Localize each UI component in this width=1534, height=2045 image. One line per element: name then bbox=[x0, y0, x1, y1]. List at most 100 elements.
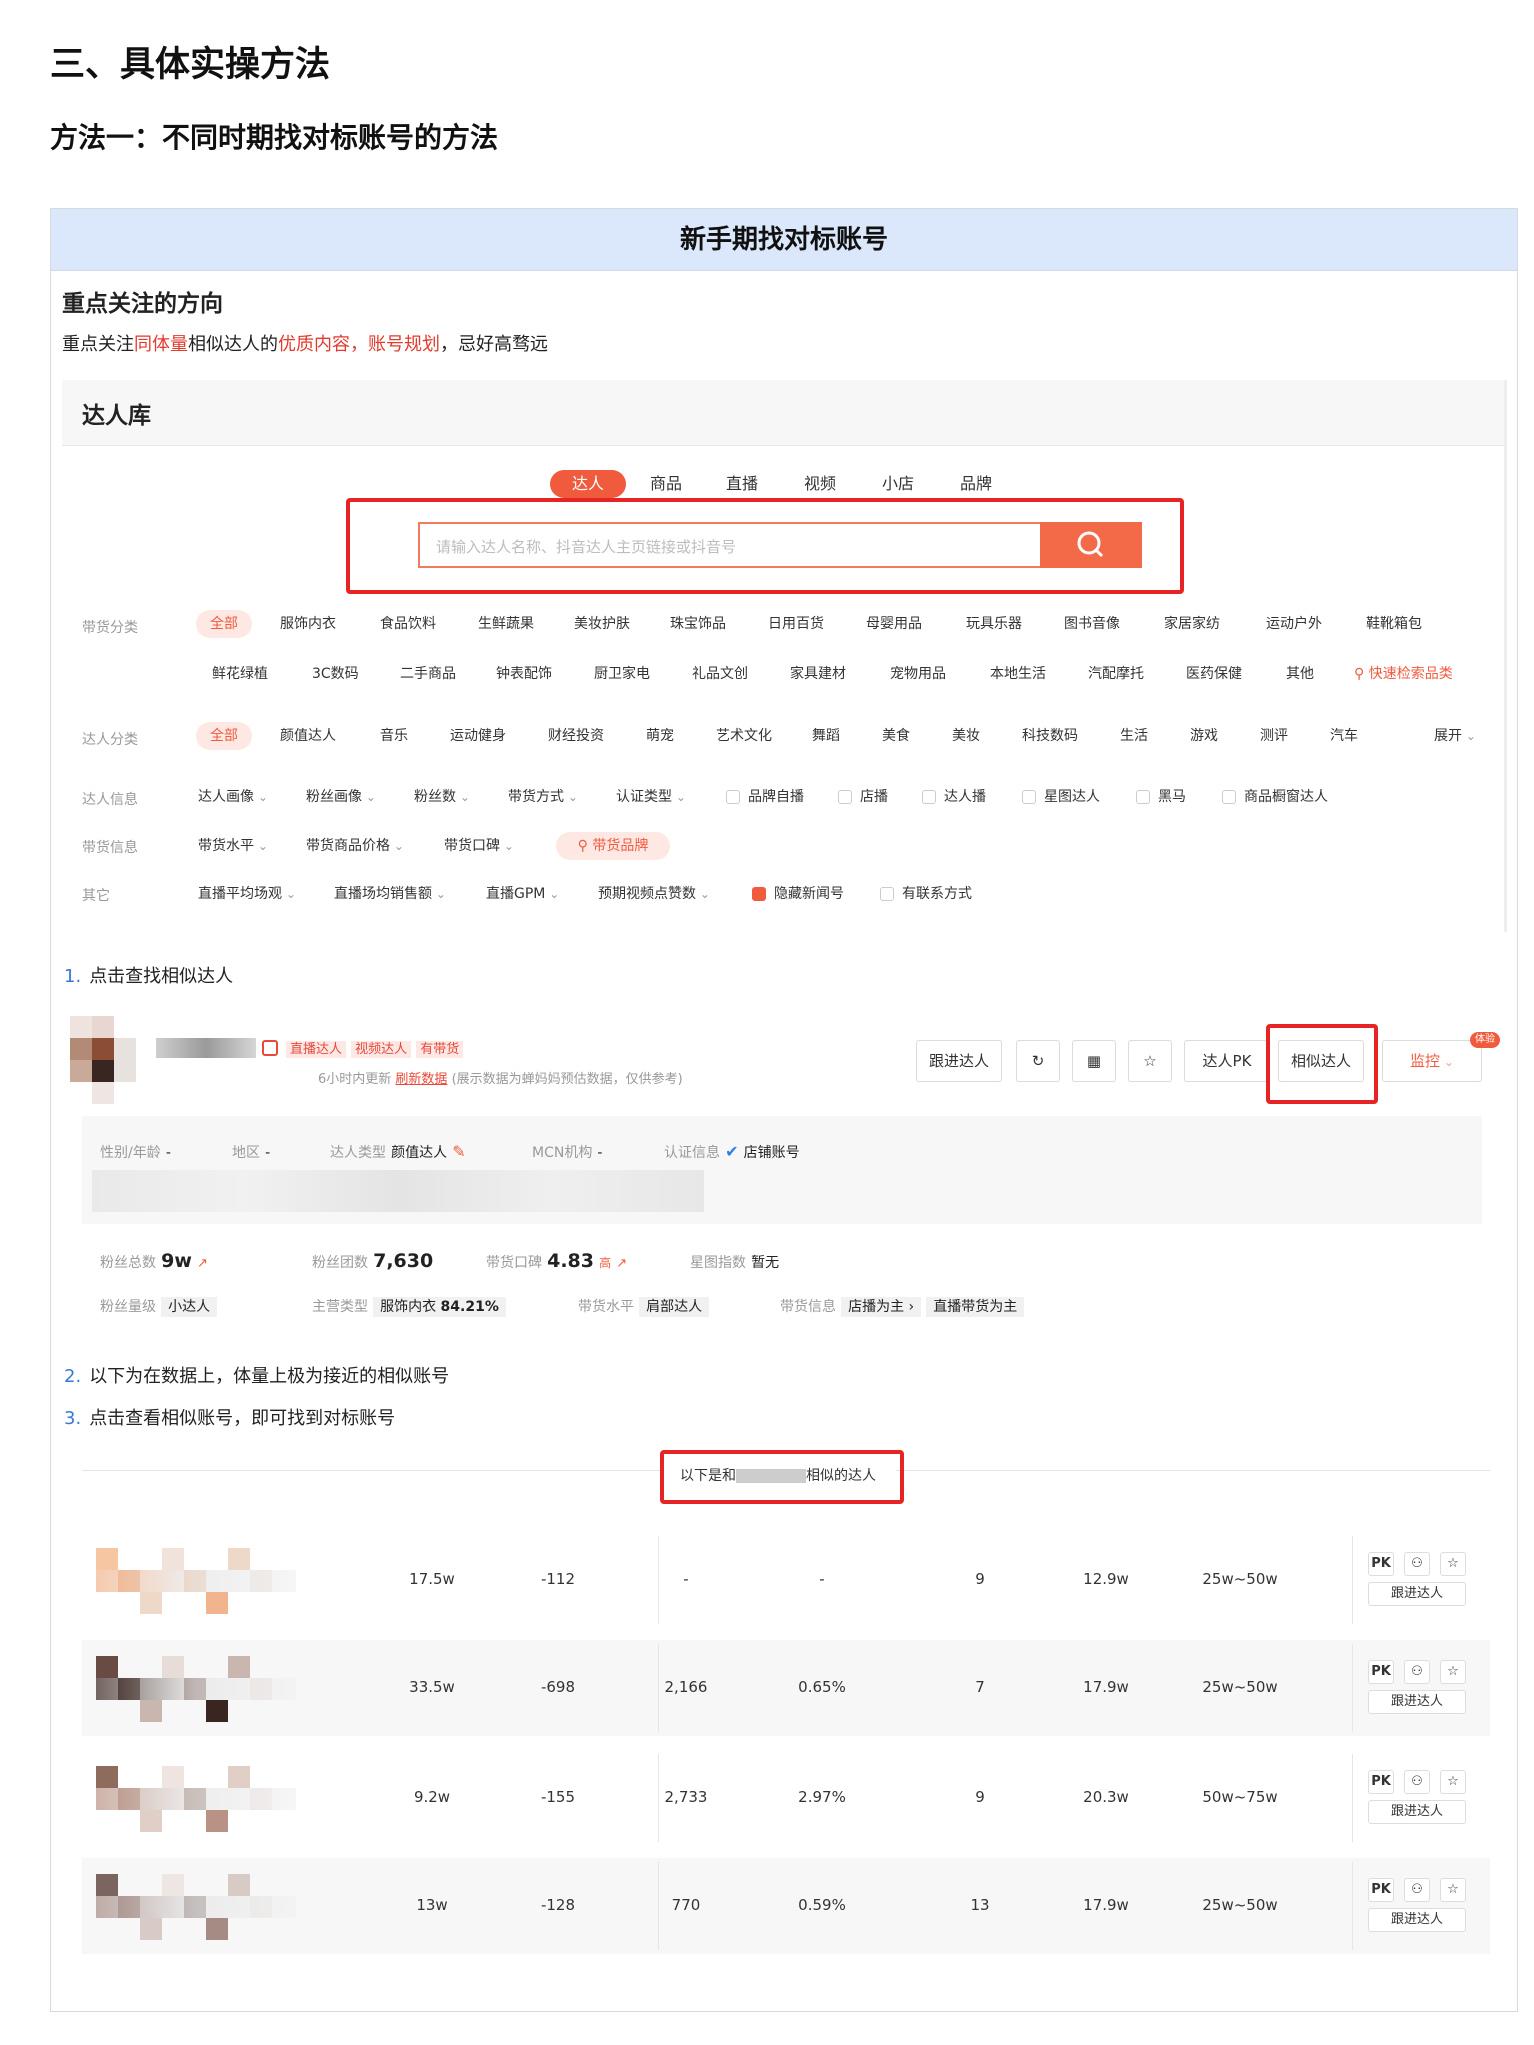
dd-video-likes[interactable]: 预期视频点赞数 bbox=[598, 880, 710, 908]
dd-fans-count[interactable]: 粉丝数 bbox=[414, 783, 470, 811]
talent-chip[interactable]: 游戏 bbox=[1190, 722, 1218, 750]
refresh-button[interactable]: ↻ bbox=[1016, 1040, 1060, 1082]
refresh-link[interactable]: 刷新数据 bbox=[395, 1072, 447, 1087]
checkbox-checked[interactable] bbox=[752, 887, 766, 901]
tab-brand[interactable]: 品牌 bbox=[946, 470, 1006, 498]
goods-chip[interactable]: 礼品文创 bbox=[692, 660, 748, 688]
checkbox[interactable] bbox=[1222, 790, 1236, 804]
talent-chip[interactable]: 测评 bbox=[1260, 722, 1288, 750]
label: 主营类型 bbox=[312, 1299, 368, 1315]
talent-chip[interactable]: 生活 bbox=[1120, 722, 1148, 750]
dd-live-gpm[interactable]: 直播GPM bbox=[486, 880, 559, 908]
talent-chip[interactable]: 颜值达人 bbox=[280, 722, 336, 750]
tab-live[interactable]: 直播 bbox=[712, 470, 772, 498]
dd-live-views[interactable]: 直播平均场观 bbox=[198, 880, 296, 908]
similar-highlight-box bbox=[1266, 1024, 1378, 1104]
qrcode-button[interactable]: ▦ bbox=[1072, 1040, 1116, 1082]
goods-chip[interactable]: 鞋靴箱包 bbox=[1366, 610, 1422, 638]
dd-live-sales[interactable]: 直播场均销售额 bbox=[334, 880, 446, 908]
expand-button[interactable]: 展开 bbox=[1434, 722, 1476, 750]
goods-chip[interactable]: 鲜花绿植 bbox=[212, 660, 268, 688]
value-1[interactable]: 店播为主 › bbox=[841, 1297, 922, 1317]
talent-chip[interactable]: 美食 bbox=[882, 722, 910, 750]
talent-chip[interactable]: 美妆 bbox=[952, 722, 980, 750]
talent-chip[interactable]: 财经投资 bbox=[548, 722, 604, 750]
goods-chip[interactable]: 珠宝饰品 bbox=[670, 610, 726, 638]
goods-chip[interactable]: 宠物用品 bbox=[890, 660, 946, 688]
search-icon bbox=[1077, 531, 1104, 558]
goods-chip[interactable]: 二手商品 bbox=[400, 660, 456, 688]
tab-shop[interactable]: 小店 bbox=[868, 470, 928, 498]
goods-chip[interactable]: 医药保健 bbox=[1186, 660, 1242, 688]
goods-chip[interactable]: 生鲜蔬果 bbox=[478, 610, 534, 638]
follow-button[interactable]: 跟进达人 bbox=[916, 1040, 1002, 1082]
title-b: 相似的达人 bbox=[806, 1468, 876, 1484]
goods-chip[interactable]: 图书音像 bbox=[1064, 610, 1120, 638]
cb-store-live[interactable]: 店播 bbox=[838, 783, 888, 811]
talent-chip[interactable]: 全部 bbox=[196, 722, 252, 750]
sales-brand-button[interactable]: ⚲ 带货品牌 bbox=[556, 832, 670, 860]
checkbox[interactable] bbox=[726, 790, 740, 804]
checkbox[interactable] bbox=[1022, 790, 1036, 804]
goods-chip[interactable]: 3C数码 bbox=[312, 660, 359, 688]
talent-chip[interactable]: 运动健身 bbox=[450, 722, 506, 750]
search-icon: ⚲ bbox=[577, 838, 593, 854]
dd-goods-price[interactable]: 带货商品价格 bbox=[306, 832, 404, 860]
goods-chip[interactable]: 美妆护肤 bbox=[574, 610, 630, 638]
goods-chip[interactable]: 食品饮料 bbox=[380, 610, 436, 638]
talent-chip[interactable]: 科技数码 bbox=[1022, 722, 1078, 750]
talent-chip[interactable]: 萌宠 bbox=[646, 722, 674, 750]
cb-talent-live[interactable]: 达人播 bbox=[922, 783, 986, 811]
label: 粉丝团数 bbox=[312, 1255, 368, 1271]
checkbox[interactable] bbox=[880, 887, 894, 901]
edit-icon[interactable]: ✎ bbox=[452, 1142, 465, 1161]
goods-chip[interactable]: 全部 bbox=[196, 610, 252, 638]
cb-star-talent[interactable]: 星图达人 bbox=[1022, 783, 1100, 811]
pct: 84.21% bbox=[440, 1299, 499, 1315]
talent-category-label: 达人分类 bbox=[82, 732, 138, 748]
goods-chip[interactable]: 家具建材 bbox=[790, 660, 846, 688]
search-button[interactable] bbox=[1040, 522, 1142, 568]
monitor-dropdown[interactable]: 监控 ⌄ bbox=[1382, 1040, 1482, 1082]
cb-brand-self-live[interactable]: 品牌自播 bbox=[726, 783, 804, 811]
pk-button[interactable]: 达人PK bbox=[1184, 1040, 1270, 1082]
goods-chip[interactable]: 钟表配饰 bbox=[496, 660, 552, 688]
talent-chip[interactable]: 汽车 bbox=[1330, 722, 1358, 750]
goods-chip[interactable]: 家居家纺 bbox=[1164, 610, 1220, 638]
quick-search-category[interactable]: ⚲ 快速检索品类 bbox=[1354, 660, 1453, 688]
cb-has-contact[interactable]: 有联系方式 bbox=[880, 880, 972, 908]
goods-chip[interactable]: 其他 bbox=[1286, 660, 1314, 688]
goods-chip[interactable]: 运动户外 bbox=[1266, 610, 1322, 638]
goods-chip[interactable]: 汽配摩托 bbox=[1088, 660, 1144, 688]
dd-auth-type[interactable]: 认证类型 bbox=[616, 783, 686, 811]
goods-chip[interactable]: 日用百货 bbox=[768, 610, 824, 638]
goods-chip[interactable]: 厨卫家电 bbox=[594, 660, 650, 688]
tab-talent[interactable]: 达人 bbox=[550, 470, 626, 498]
checkbox[interactable] bbox=[922, 790, 936, 804]
goods-chip[interactable]: 母婴用品 bbox=[866, 610, 922, 638]
cb-showcase-talent[interactable]: 商品橱窗达人 bbox=[1222, 783, 1328, 811]
dd-talent-portrait[interactable]: 达人画像 bbox=[198, 783, 268, 811]
goods-chip[interactable]: 本地生活 bbox=[990, 660, 1046, 688]
trial-badge: 体验 bbox=[1470, 1032, 1500, 1048]
label: 达人类型 bbox=[330, 1145, 386, 1161]
talent-chip[interactable]: 舞蹈 bbox=[812, 722, 840, 750]
cb-hide-news[interactable]: 隐藏新闻号 bbox=[752, 880, 844, 908]
tab-goods[interactable]: 商品 bbox=[636, 470, 696, 498]
data-note: (展示数据为蝉妈妈预估数据，仅供参考) bbox=[451, 1072, 683, 1087]
goods-chip[interactable]: 玩具乐器 bbox=[966, 610, 1022, 638]
checkbox[interactable] bbox=[838, 790, 852, 804]
talent-chip[interactable]: 艺术文化 bbox=[716, 722, 772, 750]
focus-text: 重点关注同体量相似达人的优质内容，账号规划，忌好高骛远 bbox=[62, 330, 548, 356]
dd-sales-level[interactable]: 带货水平 bbox=[198, 832, 268, 860]
tab-video[interactable]: 视频 bbox=[790, 470, 850, 498]
dd-sales-method[interactable]: 带货方式 bbox=[508, 783, 578, 811]
talent-chip[interactable]: 音乐 bbox=[380, 722, 408, 750]
dd-sales-reputation[interactable]: 带货口碑 bbox=[444, 832, 514, 860]
cb-dark-horse[interactable]: 黑马 bbox=[1136, 783, 1186, 811]
favorite-button[interactable]: ☆ bbox=[1128, 1040, 1172, 1082]
checkbox[interactable] bbox=[1136, 790, 1150, 804]
dd-fans-portrait[interactable]: 粉丝画像 bbox=[306, 783, 376, 811]
goods-chip[interactable]: 服饰内衣 bbox=[280, 610, 336, 638]
label: MCN机构 bbox=[532, 1145, 593, 1161]
